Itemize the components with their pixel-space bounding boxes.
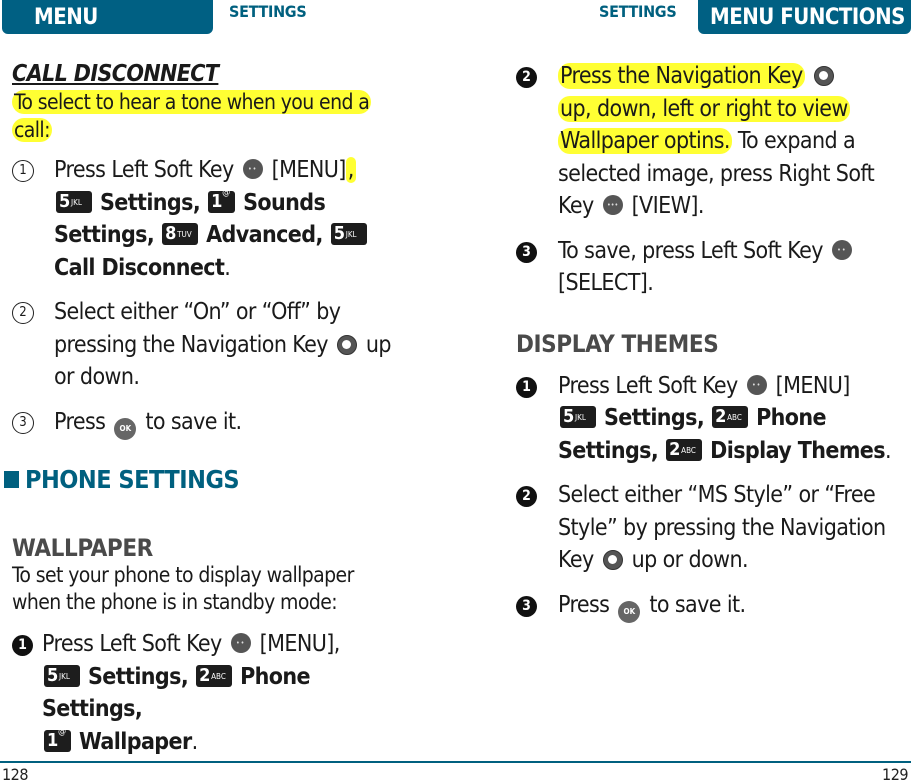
step-text: Press Left Soft Key bbox=[54, 157, 234, 183]
page-number-right: 129 bbox=[882, 765, 908, 784]
step-number: 1 bbox=[516, 376, 537, 398]
step-number: 3 bbox=[516, 595, 537, 617]
call-disconnect-intro: To select to hear a tone when you end a … bbox=[12, 88, 397, 144]
step-text: up or down. bbox=[631, 547, 749, 573]
step-text: Press bbox=[54, 408, 106, 435]
phone-settings-heading: PHONE SETTINGS bbox=[4, 464, 397, 497]
key-1-icon: 1 @ bbox=[44, 727, 71, 752]
menu-advanced: Advanced bbox=[206, 222, 316, 248]
call-disconnect-title: CALL DISCONNECT bbox=[12, 61, 219, 87]
page-number-left: 128 bbox=[2, 765, 28, 784]
step-text: Press Left Soft Key bbox=[558, 372, 738, 399]
step-text: [MENU] bbox=[271, 157, 347, 183]
left-soft-key-icon bbox=[746, 374, 767, 395]
menu-settings: Settings bbox=[99, 189, 193, 216]
menu-display-themes: Display Themes bbox=[710, 437, 885, 464]
section-label-right: SETTINGS bbox=[599, 2, 677, 21]
right-page-column: 2 Press the Navigation Key up, down, lef… bbox=[516, 60, 901, 635]
step-number: 2 bbox=[12, 302, 34, 324]
left-soft-key-icon bbox=[242, 159, 263, 179]
navigation-key-icon bbox=[602, 550, 623, 570]
left-soft-key-icon bbox=[831, 239, 852, 260]
step-number: 2 bbox=[516, 67, 537, 88]
step-number: 2 bbox=[516, 486, 537, 507]
step-text: [MENU], bbox=[259, 631, 341, 657]
step-text: [MENU] bbox=[775, 372, 851, 399]
menu-functions-tab-right: MENU FUNCTIONS bbox=[698, 0, 911, 34]
menu-functions-tab-left: MENU FUNCTIONS bbox=[2, 0, 213, 66]
call-disconnect-step-1: 1 Press Left Soft Key [MENU], 5JKL Setti… bbox=[12, 154, 397, 284]
left-soft-key-icon bbox=[230, 633, 251, 653]
navigation-key-icon bbox=[813, 66, 834, 86]
key-2-icon: 2 ABC bbox=[712, 406, 749, 428]
menu-settings: Settings bbox=[87, 663, 181, 690]
step-text: Press bbox=[558, 591, 610, 618]
call-disconnect-step-2: 2 Select either “On” or “Off” by pressin… bbox=[12, 296, 397, 394]
menu-settings: Settings bbox=[603, 405, 697, 431]
heading-text: PHONE SETTINGS bbox=[25, 464, 240, 494]
wallpaper-step-2: 2 Press the Navigation Key up, down, lef… bbox=[516, 60, 901, 223]
highlight: Press the Navigation Key bbox=[558, 63, 805, 89]
display-themes-title: DISPLAY THEMES bbox=[516, 329, 719, 358]
step-text: Select either “On” or “Off” by pressing … bbox=[54, 299, 341, 358]
step-text: [SELECT]. bbox=[558, 270, 654, 296]
key-8-icon: 8 TUV bbox=[162, 223, 199, 245]
highlight: up, down, left or right to view bbox=[558, 95, 850, 122]
step-text: Press Left Soft Key bbox=[42, 631, 222, 657]
wallpaper-title: WALLPAPER bbox=[12, 534, 153, 562]
highlight: , bbox=[345, 157, 356, 183]
wallpaper-step-3: 3 To save, press Left Soft Key [SELECT]. bbox=[516, 235, 901, 300]
wallpaper-intro: To set your phone to display wallpaper w… bbox=[12, 563, 354, 614]
highlight: To select to hear a tone when you end a … bbox=[12, 90, 372, 142]
display-themes-step-1: 1 Press Left Soft Key [MENU] 5JKL Settin… bbox=[516, 370, 901, 468]
left-page-column: CALL DISCONNECT To select to hear a tone… bbox=[4, 60, 397, 770]
key-1-icon: 1 @ bbox=[208, 188, 236, 213]
step-text: to save it. bbox=[145, 408, 242, 435]
display-themes-step-3: 3 Press OK to save it. bbox=[516, 589, 901, 623]
footer-divider bbox=[0, 761, 911, 763]
key-5-icon: 5 JKL bbox=[560, 406, 596, 428]
section-label-left: SETTINGS bbox=[229, 2, 307, 21]
step-text: [VIEW]. bbox=[631, 193, 705, 219]
navigation-key-icon bbox=[336, 334, 357, 355]
key-2-icon: 2 ABC bbox=[196, 664, 233, 687]
display-themes-step-2: 2 Select either “MS Style” or “Free Styl… bbox=[516, 479, 901, 577]
step-text: to save it. bbox=[649, 591, 746, 618]
key-2-icon: 2 ABC bbox=[666, 438, 703, 461]
wallpaper-step-1: 1 Press Left Soft Key [MENU], 5JKL Setti… bbox=[12, 628, 397, 758]
ok-key-icon: OK bbox=[618, 600, 641, 623]
step-number: 1 bbox=[12, 635, 33, 656]
menu-call-disconnect: Call Disconnect bbox=[54, 254, 225, 281]
step-number: 3 bbox=[516, 241, 537, 263]
right-soft-key-icon bbox=[602, 195, 623, 215]
highlight: Wallpaper optins. bbox=[558, 128, 732, 154]
menu-wallpaper: Wallpaper bbox=[78, 728, 192, 755]
step-number: 3 bbox=[12, 411, 34, 434]
key-5-icon: 5 JKL bbox=[56, 190, 92, 213]
square-bullet-icon bbox=[4, 471, 19, 489]
ok-key-icon: OK bbox=[114, 417, 137, 440]
call-disconnect-step-3: 3 Press OK to save it. bbox=[12, 406, 397, 440]
key-5-icon: 5 JKL bbox=[44, 664, 80, 687]
key-5-icon: 5 JKL bbox=[330, 223, 367, 245]
step-number: 1 bbox=[12, 160, 34, 182]
step-text: To save, press Left Soft Key bbox=[558, 237, 823, 264]
